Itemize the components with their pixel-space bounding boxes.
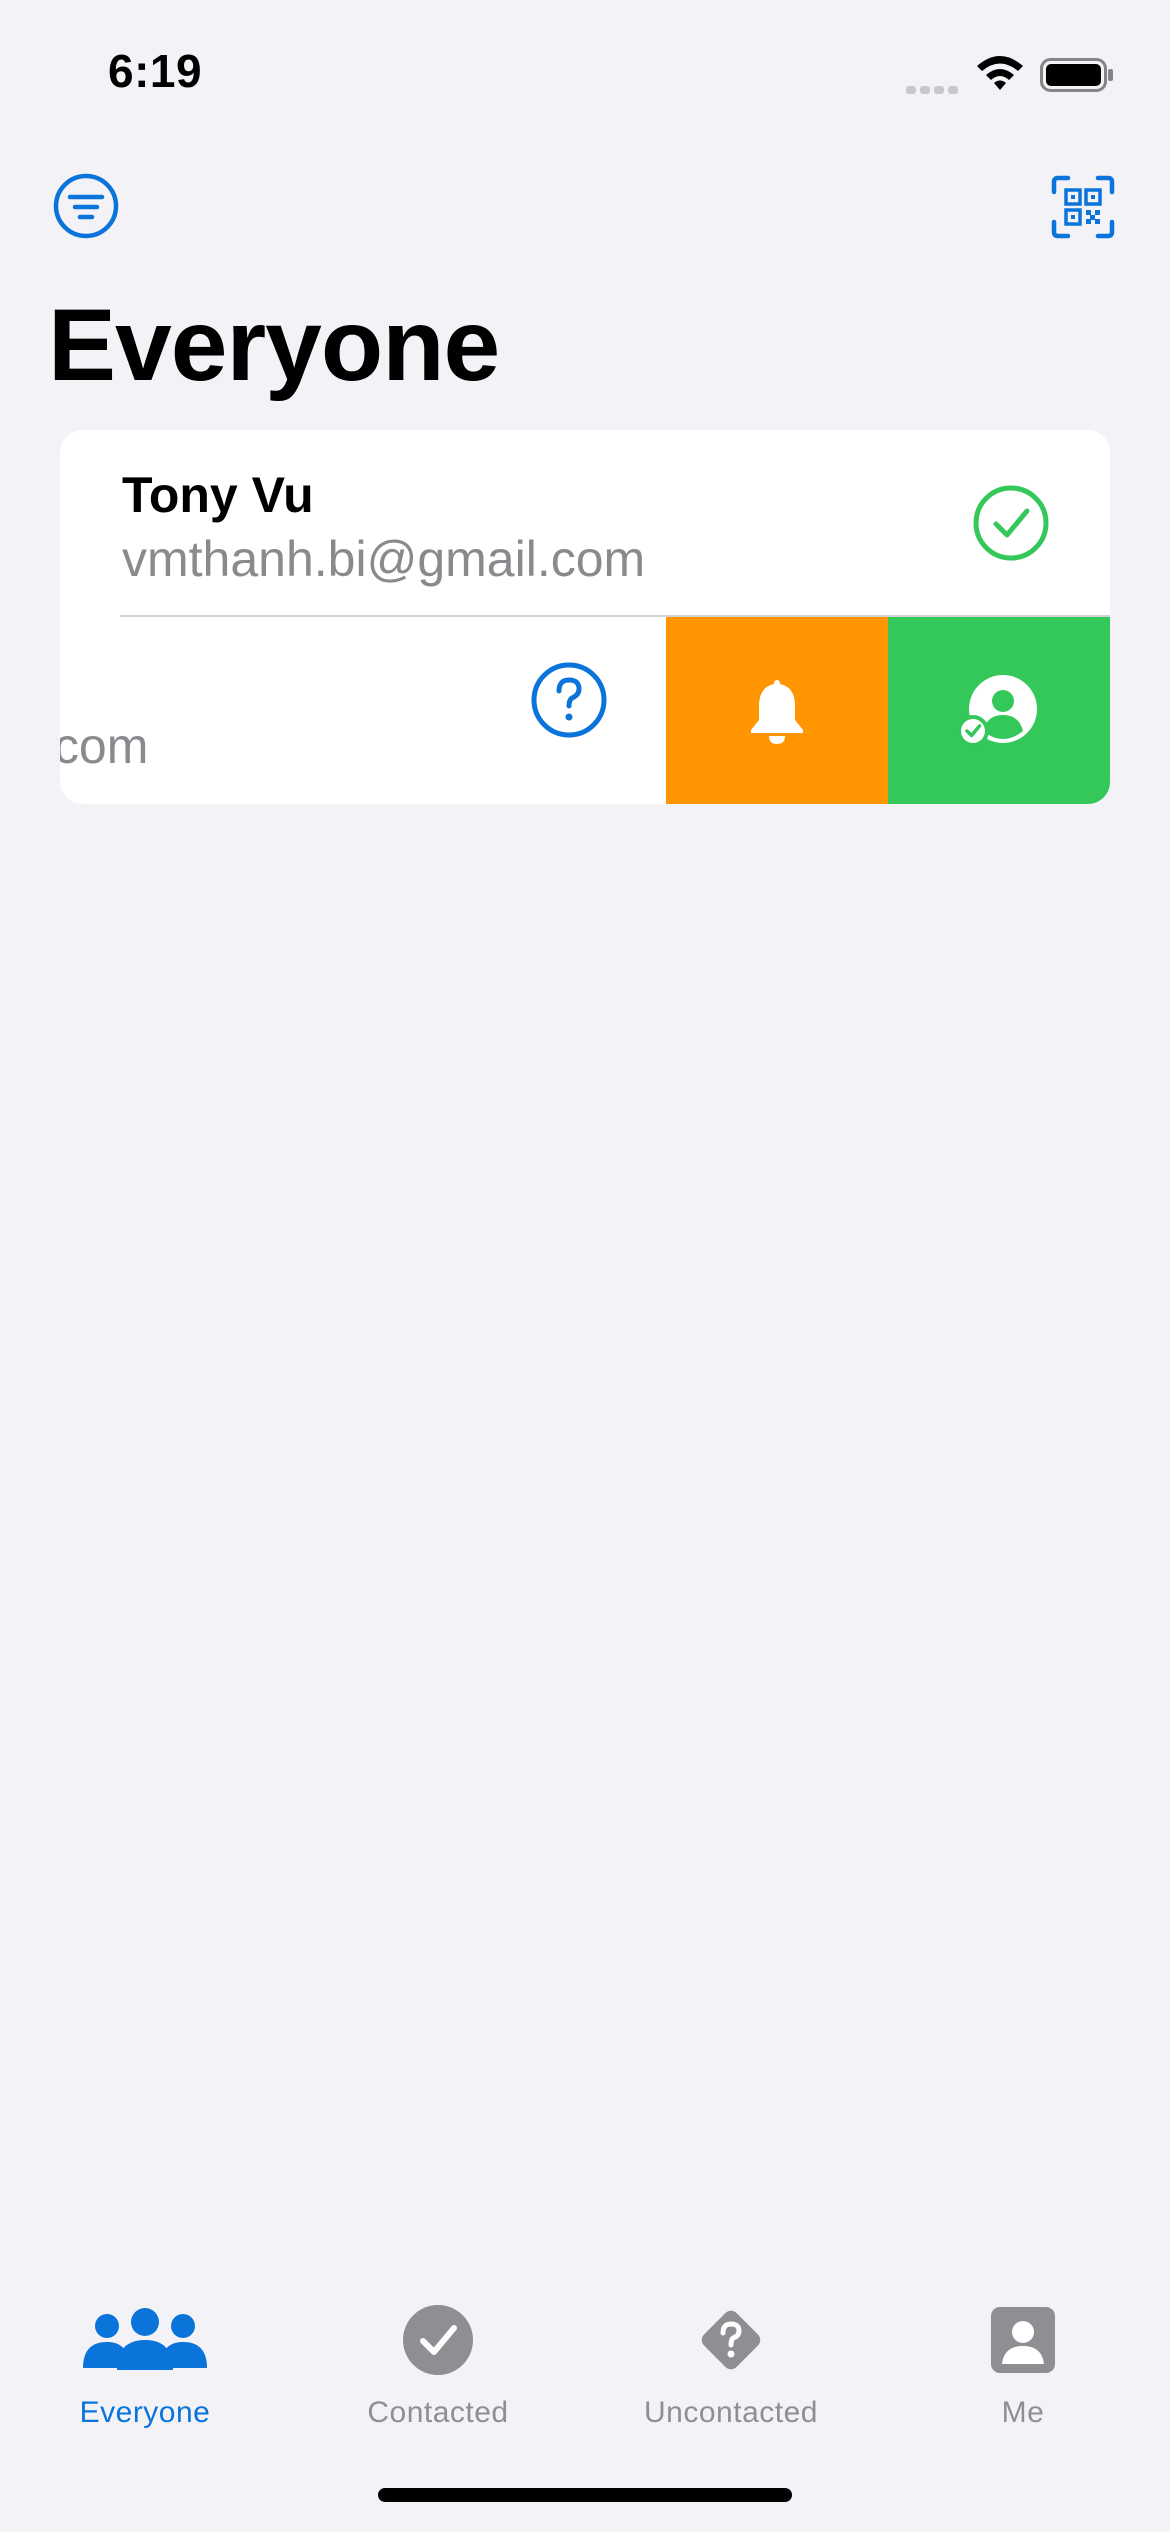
person-email: ail.com <box>60 718 149 774</box>
checkmark-circle-icon[interactable] <box>972 484 1050 562</box>
bell-icon <box>751 679 803 744</box>
home-indicator <box>378 2488 792 2502</box>
person-email: vmthanh.bi@gmail.com <box>122 531 646 587</box>
checkmark-circle-fill-icon <box>403 2305 473 2375</box>
people-icon <box>83 2308 207 2370</box>
cellular-signal-icon <box>906 86 958 94</box>
tab-label: Me <box>1001 2396 1045 2429</box>
tab-me[interactable]: Me <box>878 2300 1168 2440</box>
tab-contacted[interactable]: Contacted <box>293 2300 583 2440</box>
status-time: 6:19 <box>108 45 203 97</box>
tab-label: Contacted <box>367 2396 509 2429</box>
person-checkmark-icon <box>957 674 1037 747</box>
qr-code-scan-icon <box>1051 175 1115 239</box>
battery-icon <box>1040 58 1113 92</box>
list-item-swiped[interactable]: ail.com <box>60 617 1110 804</box>
status-bar: 6:19 <box>0 0 1170 140</box>
list-item[interactable]: Tony Vu vmthanh.bi@gmail.com <box>60 430 1110 616</box>
question-diamond-icon <box>701 2310 761 2370</box>
person-name: Tony Vu <box>122 467 314 523</box>
wifi-icon <box>977 56 1023 90</box>
question-circle-icon[interactable] <box>530 661 608 739</box>
remind-action-button[interactable] <box>666 617 888 804</box>
tab-label: Everyone <box>79 2396 211 2429</box>
person-square-icon <box>991 2307 1055 2373</box>
filter-button[interactable] <box>52 172 120 240</box>
tab-uncontacted[interactable]: Uncontacted <box>586 2300 876 2440</box>
page-title: Everyone <box>48 288 500 402</box>
filter-circle-icon <box>53 173 119 239</box>
mark-contacted-action-button[interactable] <box>888 617 1110 804</box>
swiped-row-content[interactable]: ail.com <box>60 617 666 804</box>
tab-everyone[interactable]: Everyone <box>0 2300 290 2440</box>
people-list: Tony Vu vmthanh.bi@gmail.com ail.com <box>60 430 1110 804</box>
qr-scan-button[interactable] <box>1050 174 1116 240</box>
tab-label: Uncontacted <box>644 2396 818 2429</box>
